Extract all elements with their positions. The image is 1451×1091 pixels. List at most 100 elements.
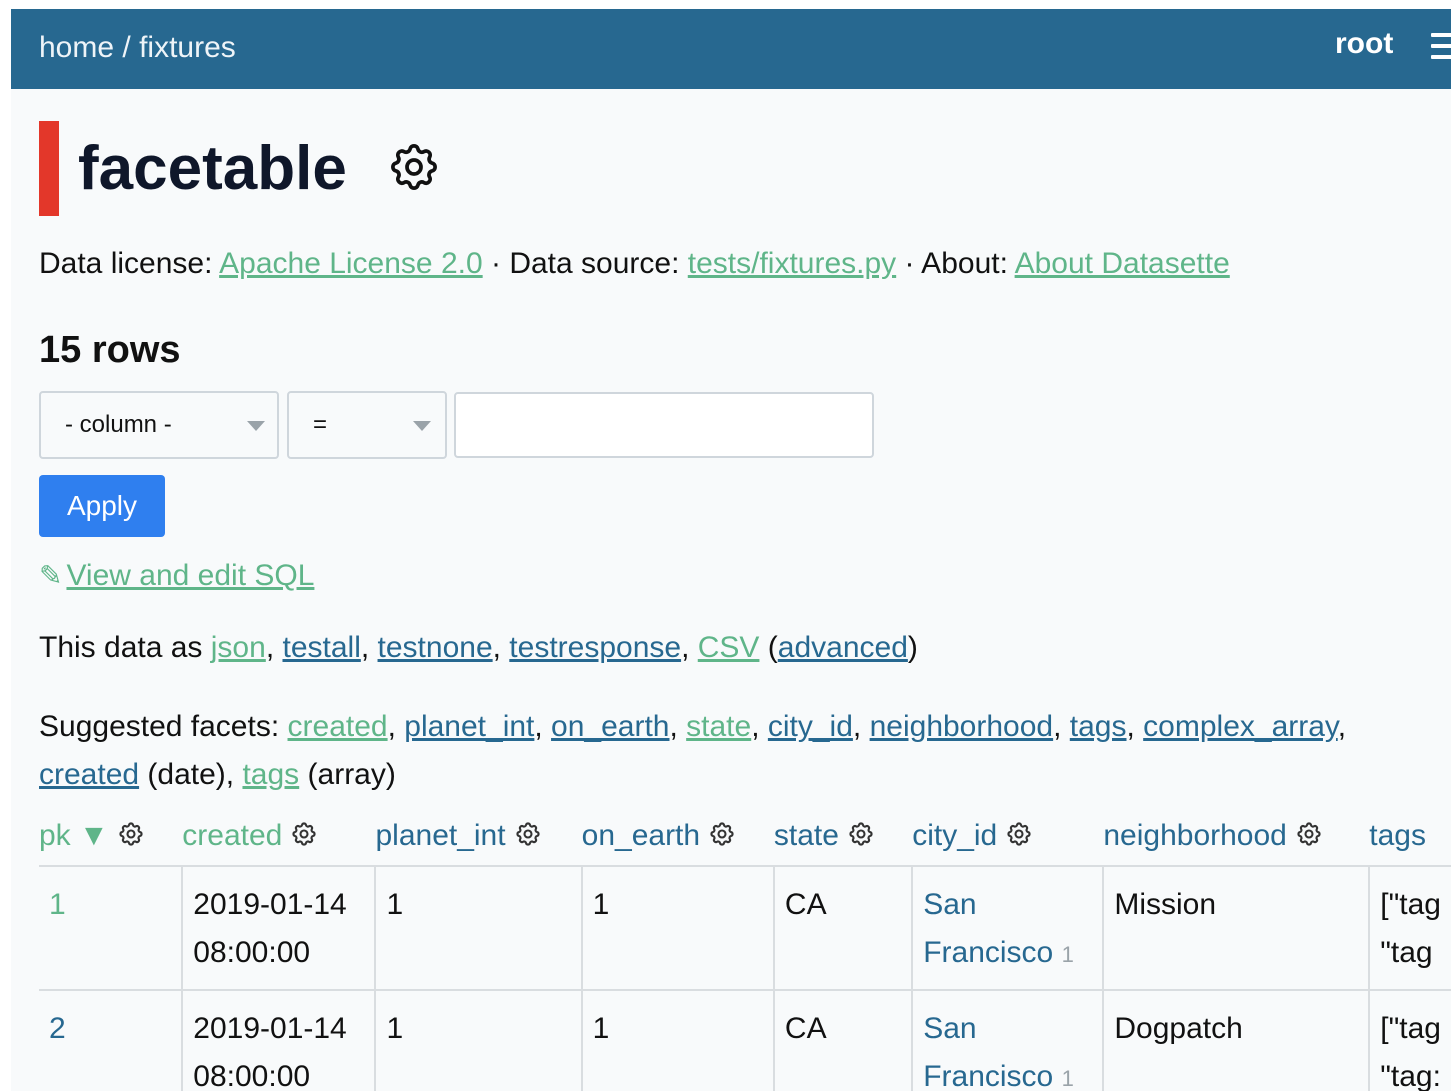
table-header-row: pk ▼ created planet_int on_earth state c… xyxy=(39,819,1451,866)
column-header-planet-int: planet_int xyxy=(375,819,581,866)
column-header-on-earth: on_earth xyxy=(582,819,774,866)
city-pk: 1 xyxy=(1061,942,1074,967)
format-link-testresponse[interactable]: testresponse xyxy=(509,631,681,664)
export-prefix: This data as xyxy=(39,631,203,664)
pencil-icon: ✎ xyxy=(39,560,63,591)
column-gear-icon[interactable] xyxy=(847,820,875,848)
facets-label: Suggested facets: xyxy=(39,710,280,743)
cell-neighborhood: Mission xyxy=(1102,865,1370,990)
gear-icon[interactable] xyxy=(386,139,442,195)
advanced-export-link[interactable]: advanced xyxy=(778,631,908,664)
filter-value-input[interactable] xyxy=(454,392,874,458)
license-label: Data license: xyxy=(39,247,213,280)
breadcrumb-database-link[interactable]: fixtures xyxy=(139,31,236,64)
cell-neighborhood: Dogpatch xyxy=(1102,989,1370,1091)
sort-desc-icon: ▼ xyxy=(79,819,109,852)
facet-kind-date: (date) xyxy=(147,758,226,791)
cell-pk: 1 xyxy=(39,865,183,990)
facet-link-neighborhood[interactable]: neighborhood xyxy=(870,710,1054,743)
column-sort-neighborhood[interactable]: neighborhood xyxy=(1103,819,1287,852)
column-header-state: state xyxy=(774,819,912,866)
created-date: 2019-01-14 xyxy=(193,1012,347,1045)
cell-city-id: San Francisco 1 xyxy=(911,865,1104,990)
about-label: · About: xyxy=(904,247,1008,280)
column-gear-icon[interactable] xyxy=(708,820,736,848)
license-link[interactable]: Apache License 2.0 xyxy=(219,247,483,280)
cell-created: 2019-01-14 08:00:00 xyxy=(181,865,376,990)
user-name: root xyxy=(1335,27,1394,60)
column-select-value: - column - xyxy=(65,411,172,438)
suggested-facets: Suggested facets: created, planet_int, o… xyxy=(39,710,1347,791)
facet-link-created[interactable]: created xyxy=(288,710,388,743)
format-link-csv[interactable]: CSV xyxy=(698,631,760,664)
breadcrumb-home-link[interactable]: home xyxy=(39,31,114,64)
cell-tags: ["tag "tag: xyxy=(1368,989,1451,1091)
column-sort-planet-int[interactable]: planet_int xyxy=(375,819,505,852)
hamburger-menu-icon[interactable] xyxy=(1431,33,1451,66)
facet-link-state[interactable]: state xyxy=(686,710,751,743)
column-header-city-id: city_id xyxy=(912,819,1103,866)
facet-kind-array: (array) xyxy=(307,758,396,791)
row-count: 15 rows xyxy=(39,329,181,371)
page-title: facetable xyxy=(78,134,347,203)
breadcrumb-separator: / xyxy=(122,31,131,64)
operator-select[interactable]: = xyxy=(287,391,447,459)
created-date: 2019-01-14 xyxy=(193,888,347,921)
column-sort-state[interactable]: state xyxy=(774,819,839,852)
cell-state: CA xyxy=(772,865,913,990)
facet-link-on-earth[interactable]: on_earth xyxy=(551,710,669,743)
cell-city-id: San Francisco 1 xyxy=(911,989,1104,1091)
column-sort-created[interactable]: created xyxy=(182,819,282,852)
apply-button[interactable]: Apply xyxy=(39,475,165,537)
column-header-tags: tags xyxy=(1369,819,1451,866)
column-sort-on-earth[interactable]: on_earth xyxy=(582,819,700,852)
row-link[interactable]: 1 xyxy=(49,888,66,921)
page: home / fixtures root facetable Data lice… xyxy=(0,0,1451,1091)
format-link-testnone[interactable]: testnone xyxy=(378,631,493,664)
view-edit-sql-link[interactable]: View and edit SQL xyxy=(66,559,314,592)
format-link-json[interactable]: json xyxy=(211,631,266,664)
column-sort-city-id[interactable]: city_id xyxy=(912,819,997,852)
title-accent-bar xyxy=(39,121,59,216)
column-header-pk: pk ▼ xyxy=(39,819,182,866)
chevron-down-icon xyxy=(413,421,431,431)
column-gear-icon[interactable] xyxy=(514,820,542,848)
export-formats: This data as json, testall, testnone, te… xyxy=(39,631,918,664)
facet-link-city-id[interactable]: city_id xyxy=(768,710,853,743)
column-sort-pk[interactable]: pk xyxy=(39,819,71,852)
column-gear-icon[interactable] xyxy=(1295,820,1323,848)
column-header-created: created xyxy=(182,819,375,866)
city-pk: 1 xyxy=(1061,1066,1074,1091)
column-gear-icon[interactable] xyxy=(1005,820,1033,848)
top-nav-bar: home / fixtures root xyxy=(11,9,1451,89)
cell-planet-int: 1 xyxy=(374,989,582,1091)
facet-link-tags-array[interactable]: tags xyxy=(242,758,299,791)
column-gear-icon[interactable] xyxy=(290,820,318,848)
column-sort-tags[interactable]: tags xyxy=(1369,819,1426,852)
table-row: 2 2019-01-14 08:00:00 1 1 CA San Francisco… xyxy=(39,989,1451,1091)
cell-created: 2019-01-14 08:00:00 xyxy=(181,989,376,1091)
column-gear-icon[interactable] xyxy=(117,820,145,848)
facet-link-complex-array[interactable]: complex_array xyxy=(1143,710,1338,743)
format-link-testall[interactable]: testall xyxy=(282,631,360,664)
city-link[interactable]: San Francisco xyxy=(923,1012,1053,1091)
city-link[interactable]: San Francisco xyxy=(923,888,1053,969)
source-label: · Data source: xyxy=(491,247,680,280)
row-link[interactable]: 2 xyxy=(49,1012,66,1045)
cell-planet-int: 1 xyxy=(374,865,582,990)
facet-link-created-date[interactable]: created xyxy=(39,758,139,791)
facet-link-planet-int[interactable]: planet_int xyxy=(404,710,534,743)
cell-on-earth: 1 xyxy=(580,865,774,990)
cell-tags: ["tag "tag xyxy=(1368,865,1451,990)
cell-on-earth: 1 xyxy=(580,989,774,1091)
operator-select-value: = xyxy=(313,411,328,438)
sql-link-row: ✎ View and edit SQL xyxy=(39,559,314,593)
column-select[interactable]: - column - xyxy=(39,391,279,459)
metadata-line: Data license: Apache License 2.0 · Data … xyxy=(39,247,1230,281)
table-row: 1 2019-01-14 08:00:00 1 1 CA San Francisco… xyxy=(39,865,1451,990)
facet-link-tags[interactable]: tags xyxy=(1070,710,1127,743)
about-link[interactable]: About Datasette xyxy=(1015,247,1230,280)
source-link[interactable]: tests/fixtures.py xyxy=(688,247,896,280)
created-time: 08:00:00 xyxy=(193,1060,311,1091)
chevron-down-icon xyxy=(247,421,265,431)
